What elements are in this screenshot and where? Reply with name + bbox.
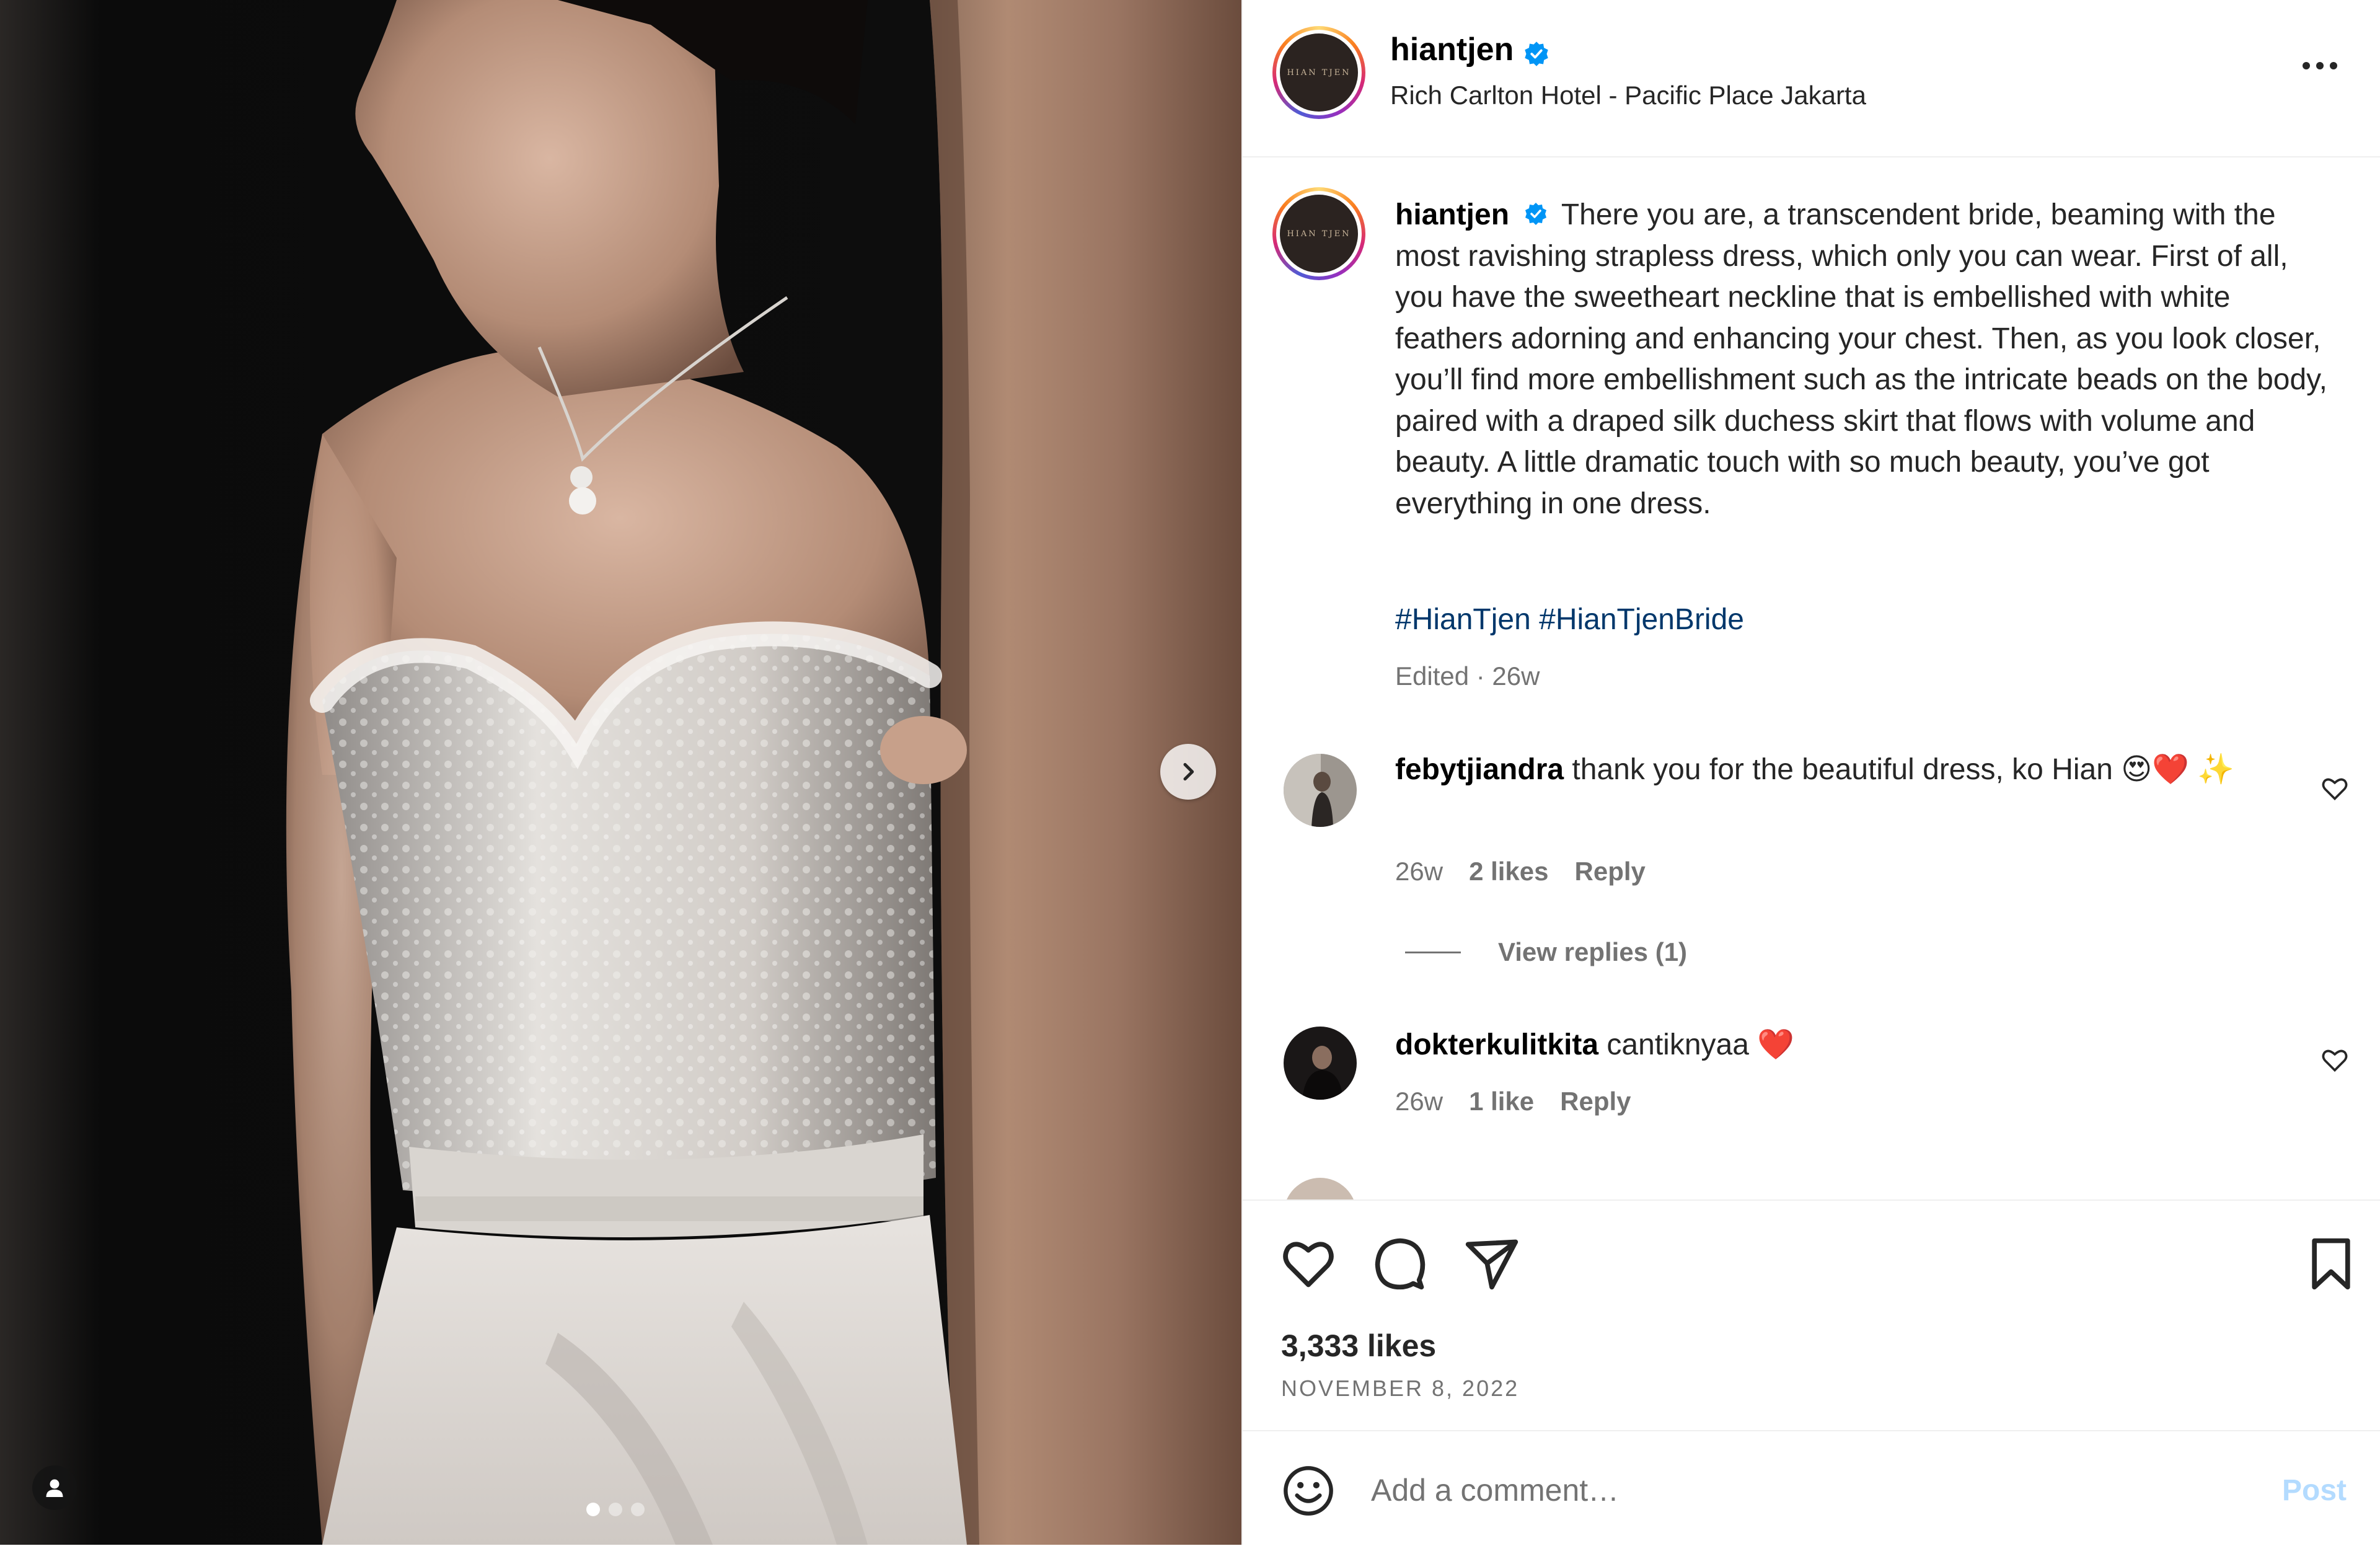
- hashtag-link[interactable]: #HianTjenBride: [1539, 603, 1744, 636]
- comment-time: 26w: [1395, 857, 1443, 886]
- comment-input[interactable]: [1370, 1459, 2178, 1522]
- commenter-avatar: [1284, 1178, 1357, 1199]
- commenter-avatar[interactable]: [1284, 1027, 1357, 1100]
- more-dot-icon: [2330, 62, 2337, 69]
- like-comment-heart-icon[interactable]: [2321, 1046, 2348, 1074]
- comment-time: 26w: [1395, 1087, 1443, 1116]
- post-header: HIAN TJEN hiantjen Rich Carlton Hotel - …: [1243, 0, 2380, 157]
- post-location[interactable]: Rich Carlton Hotel - Pacific Place Jakar…: [1390, 81, 1866, 110]
- post-date: NOVEMBER 8, 2022: [1281, 1376, 1520, 1401]
- comment-text: dokterkulitkita cantiknyaa ❤️: [1395, 1025, 2275, 1065]
- comment-text: febytjiandra thank you for the beautiful…: [1395, 750, 2275, 790]
- brand-logo: HIAN TJEN: [1280, 195, 1358, 273]
- comment-body: cantiknyaa ❤️: [1606, 1028, 1794, 1061]
- caption-edited-time: Edited · 26w: [1395, 661, 1540, 691]
- caption-hashtags: #HianTjen #HianTjenBride: [1395, 603, 1744, 637]
- like-comment-heart-icon[interactable]: [2321, 775, 2348, 802]
- more-dot-icon: [2303, 62, 2310, 69]
- like-heart-icon[interactable]: [1280, 1235, 1337, 1292]
- person-icon: [46, 1479, 63, 1497]
- verified-badge-icon: [1525, 41, 1548, 66]
- post-actions: 3,333 likes NOVEMBER 8, 2022: [1243, 1199, 2380, 1431]
- author-username[interactable]: hiantjen: [1390, 32, 1514, 68]
- comment-meta: 26w 1 like Reply: [1395, 1087, 1631, 1116]
- add-comment-bar: Post: [1243, 1430, 2380, 1546]
- likes-count[interactable]: 3,333 likes: [1281, 1328, 1436, 1364]
- carousel-indicator: [586, 1503, 645, 1516]
- comment-meta: 26w 2 likes Reply: [1395, 857, 1646, 886]
- comment-body: thank you for the beautiful dress, ko Hi…: [1572, 753, 2235, 786]
- brand-logo: HIAN TJEN: [1280, 33, 1358, 112]
- comment-username[interactable]: dokterkulitkita: [1395, 1028, 1598, 1061]
- chevron-right-icon: [1183, 762, 1194, 781]
- commenter-avatar[interactable]: [1284, 754, 1357, 827]
- comment-bubble-icon[interactable]: [1372, 1235, 1429, 1292]
- save-bookmark-icon[interactable]: [2303, 1235, 2360, 1292]
- post-panel: HIAN TJEN hiantjen Rich Carlton Hotel - …: [1241, 0, 2380, 1545]
- carousel-dot: [631, 1503, 645, 1516]
- view-replies-label: View replies (1): [1498, 937, 1688, 966]
- emoji-smiley-icon[interactable]: [1281, 1464, 1336, 1518]
- more-dot-icon: [2316, 62, 2324, 69]
- reply-button[interactable]: Reply: [1560, 1087, 1631, 1116]
- next-comment-peek: [1243, 1165, 2380, 1199]
- caption-body: There you are, a transcendent bride, bea…: [1395, 198, 2327, 520]
- carousel-next-button[interactable]: [1160, 744, 1216, 800]
- caption-username[interactable]: hiantjen: [1395, 198, 1509, 231]
- share-send-icon[interactable]: [1463, 1235, 1520, 1292]
- view-replies-button[interactable]: View replies (1): [1405, 937, 1687, 967]
- hashtag-link[interactable]: #HianTjen: [1395, 603, 1531, 636]
- bride-photo: [0, 0, 1241, 1545]
- carousel-dot: [609, 1503, 622, 1516]
- comment-likes[interactable]: 1 like: [1469, 1087, 1534, 1116]
- verified-badge-icon: [1525, 203, 1547, 226]
- replies-divider: [1405, 951, 1461, 953]
- comment-username[interactable]: febytjiandra: [1395, 753, 1564, 786]
- post-media[interactable]: [0, 0, 1241, 1545]
- more-options-button[interactable]: [2303, 62, 2337, 69]
- tagged-users-button[interactable]: [32, 1465, 77, 1510]
- comment-likes[interactable]: 2 likes: [1469, 857, 1548, 886]
- post-comment-button[interactable]: Post: [2282, 1473, 2347, 1508]
- author-avatar[interactable]: HIAN TJEN: [1272, 26, 1365, 119]
- caption-text: hiantjen There you are, a transcendent b…: [1395, 195, 2337, 524]
- reply-button[interactable]: Reply: [1575, 857, 1646, 886]
- caption-avatar[interactable]: HIAN TJEN: [1272, 187, 1365, 280]
- carousel-dot-active: [586, 1503, 600, 1516]
